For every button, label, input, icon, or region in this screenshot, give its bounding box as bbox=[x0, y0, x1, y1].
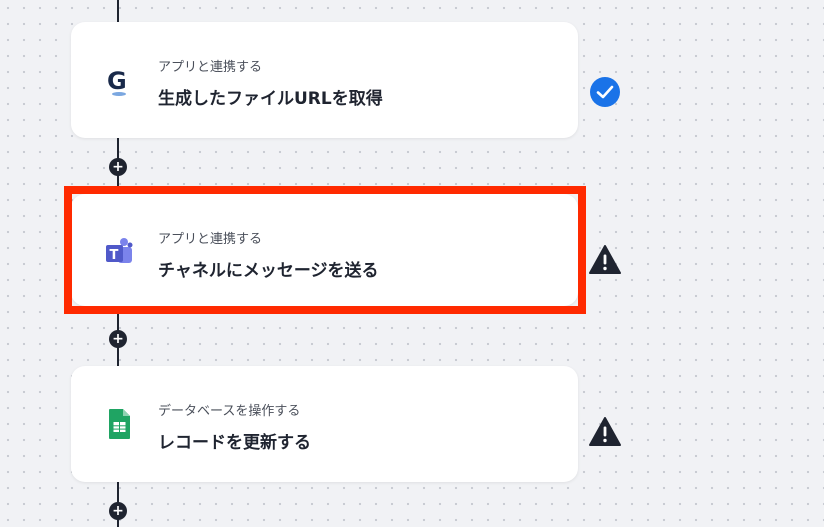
step-card-update-record[interactable]: データベースを操作する レコードを更新する bbox=[71, 366, 578, 482]
step-title: 生成したファイルURLを取得 bbox=[158, 89, 383, 109]
step-subtitle: データベースを操作する bbox=[158, 404, 301, 419]
warning-triangle-icon bbox=[588, 243, 622, 277]
svg-text:G: G bbox=[107, 67, 127, 95]
highlight-frame bbox=[64, 186, 586, 314]
warning-triangle-icon bbox=[588, 415, 622, 449]
step-subtitle: アプリと連携する bbox=[158, 60, 263, 75]
flow-connector bbox=[117, 0, 119, 22]
step-title: レコードを更新する bbox=[158, 433, 311, 453]
google-sheets-logo-icon bbox=[103, 408, 135, 440]
google-docs-logo-icon: G bbox=[103, 64, 135, 96]
add-step-button[interactable]: + bbox=[109, 330, 127, 348]
add-step-button[interactable]: + bbox=[109, 502, 127, 520]
add-step-button[interactable]: + bbox=[109, 158, 127, 176]
step-card-get-file-url[interactable]: G アプリと連携する 生成したファイルURLを取得 bbox=[71, 22, 578, 138]
check-circle-icon bbox=[588, 75, 622, 109]
